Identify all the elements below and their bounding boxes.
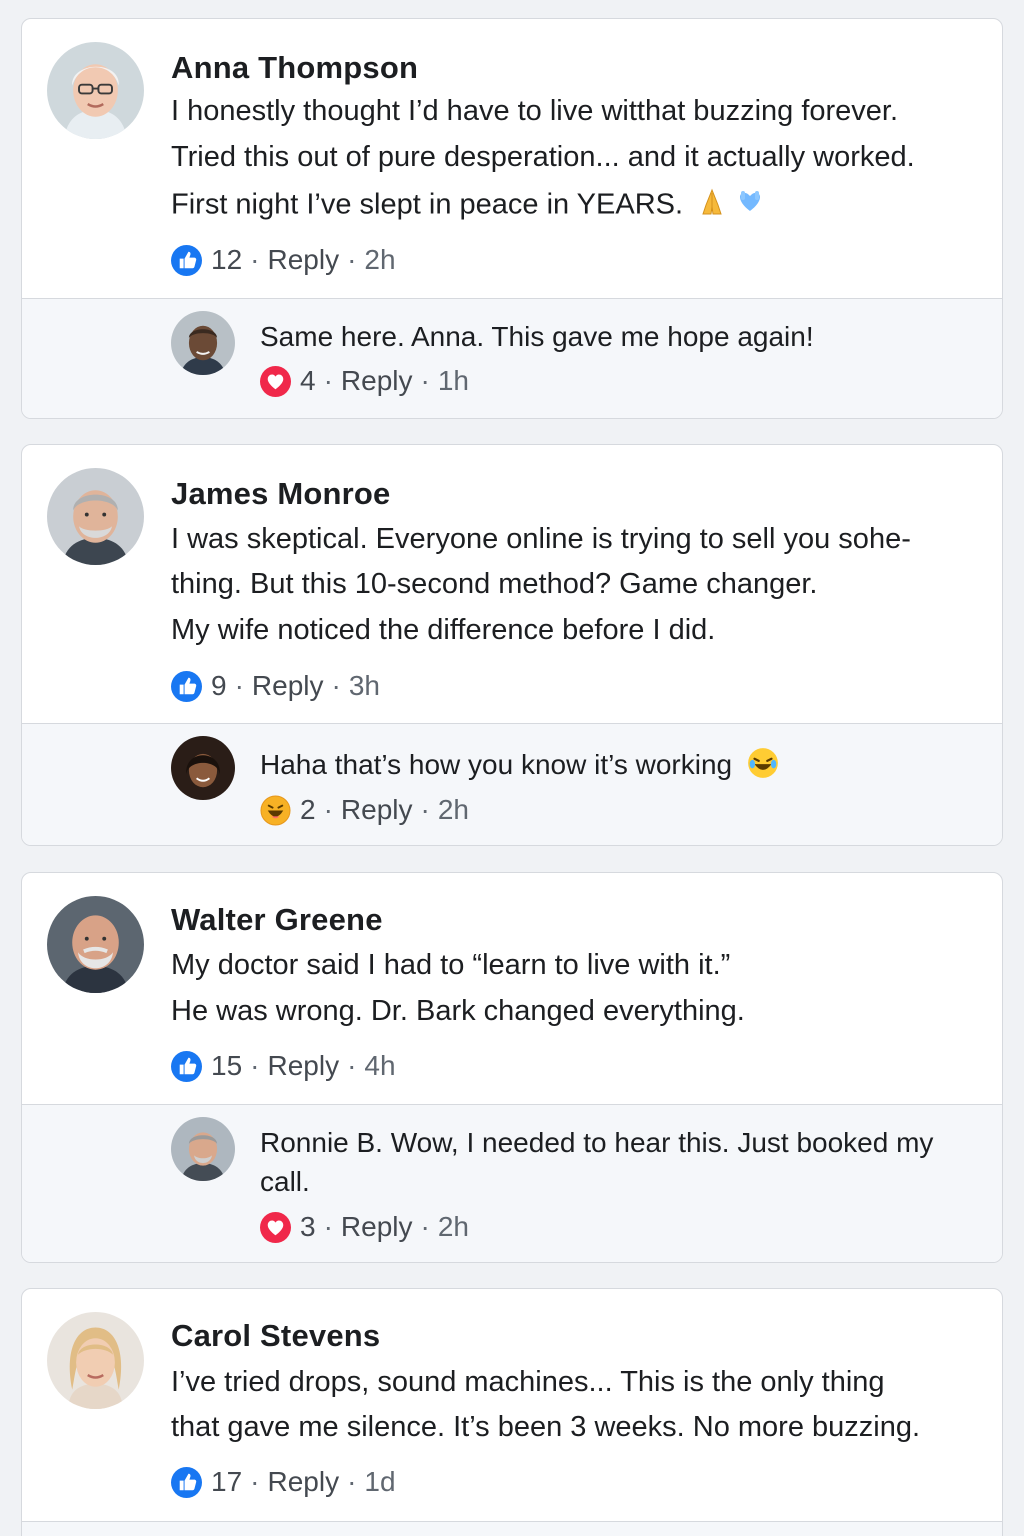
comment-text-line: I honestly thought I’d have to live witt… (171, 95, 899, 127)
comment-text-line: thing. But this 10-second method? Game c… (171, 568, 818, 600)
timestamp[interactable]: 3h (349, 670, 380, 702)
timestamp[interactable]: 2h (364, 244, 395, 276)
separator-dot: · (347, 244, 357, 275)
comment-meta: 9 · Reply · 3h (171, 670, 380, 702)
reaction-count[interactable]: 12 (211, 244, 242, 276)
comment: Carol Stevens I’ve tried drops, sound ma… (22, 1289, 1002, 1521)
reply-link[interactable]: Reply (267, 244, 339, 276)
avatar[interactable] (47, 896, 144, 993)
comment-text-line: that gave me silence. It’s been 3 weeks.… (171, 1411, 921, 1443)
reply-link[interactable]: Reply (267, 1050, 339, 1082)
separator-dot: · (250, 1050, 260, 1081)
reply-text: Same here. Anna. This gave me hope again… (260, 321, 814, 352)
comment-text-line: I’ve tried drops, sound machines... This… (171, 1366, 885, 1398)
reaction-count[interactable]: 4 (300, 365, 316, 397)
laughing-tears-emoji (746, 746, 780, 787)
laugh-icon[interactable] (260, 794, 291, 826)
reply-text-line: Ronnie B. Wow, I needed to hear this. Ju… (260, 1127, 934, 1158)
comment-author[interactable]: Anna Thompson (171, 50, 418, 86)
avatar[interactable] (47, 42, 144, 139)
reply-text-line: call. (260, 1166, 310, 1197)
separator-dot: · (420, 1211, 430, 1242)
love-icon[interactable] (260, 365, 291, 397)
timestamp[interactable]: 4h (364, 1050, 395, 1082)
comment-text-line: My doctor said I had to “learn to live w… (171, 949, 731, 981)
like-icon[interactable] (171, 244, 202, 276)
reply-text-line: Haha that’s how you know it’s working (260, 746, 780, 787)
comment-author[interactable]: Walter Greene (171, 902, 383, 938)
reply-meta: 2 · Reply · 2h (260, 794, 469, 826)
timestamp[interactable]: 2h (438, 1211, 469, 1243)
reaction-count[interactable]: 9 (211, 670, 227, 702)
comment-card: James Monroe I was skeptical. Everyone o… (21, 444, 1003, 846)
comment-text-line: He was wrong. Dr. Bark changed everythin… (171, 995, 745, 1027)
comment-meta: 17 · Reply · 1d (171, 1466, 396, 1498)
separator-dot: · (347, 1050, 357, 1081)
reply-link[interactable]: Reply (252, 670, 324, 702)
comment-text-line: My wife noticed the difference before I … (171, 614, 716, 646)
reply-meta: 3 · Reply · 2h (260, 1211, 469, 1243)
comment: James Monroe I was skeptical. Everyone o… (22, 445, 1002, 723)
comment-author[interactable]: James Monroe (171, 476, 390, 512)
reply-comment: Ronnie B. Wow, I needed to hear this. Ju… (22, 1104, 1002, 1262)
comment-meta: 15 · Reply · 4h (171, 1050, 396, 1082)
reply-comment-partial (22, 1521, 1002, 1536)
separator-dot: · (323, 365, 333, 396)
comment: Anna Thompson I honestly thought I’d hav… (22, 19, 1002, 298)
reaction-count[interactable]: 17 (211, 1466, 242, 1498)
reply-comment: Same here. Anna. This gave me hope again… (22, 298, 1002, 418)
comment-text-line: I was skeptical. Everyone online is tryi… (171, 523, 911, 555)
comment-card: Anna Thompson I honestly thought I’d hav… (21, 18, 1003, 419)
like-icon[interactable] (171, 670, 202, 702)
comment-text-line: First night I’ve slept in peace in YEARS… (171, 187, 765, 225)
separator-dot: · (234, 670, 244, 701)
reply-link[interactable]: Reply (267, 1466, 339, 1498)
reply-link[interactable]: Reply (341, 794, 413, 826)
separator-dot: · (331, 670, 341, 701)
blue-heart-hands-emoji (735, 187, 765, 225)
separator-dot: · (323, 1211, 333, 1242)
comment: Walter Greene My doctor said I had to “l… (22, 873, 1002, 1104)
comment-card: Walter Greene My doctor said I had to “l… (21, 872, 1003, 1263)
separator-dot: · (323, 794, 333, 825)
comment-text: First night I’ve slept in peace in YEARS… (171, 188, 684, 221)
separator-dot: · (420, 365, 430, 396)
timestamp[interactable]: 2h (438, 794, 469, 826)
comment-author[interactable]: Carol Stevens (171, 1318, 380, 1354)
timestamp[interactable]: 1h (438, 365, 469, 397)
separator-dot: · (420, 794, 430, 825)
avatar[interactable] (47, 1312, 144, 1409)
reaction-count[interactable]: 2 (300, 794, 316, 826)
comment-text-line: Tried this out of pure desperation... an… (171, 141, 915, 173)
separator-dot: · (250, 1466, 260, 1497)
avatar[interactable] (47, 468, 144, 565)
reply-link[interactable]: Reply (341, 365, 413, 397)
timestamp[interactable]: 1d (364, 1466, 395, 1498)
avatar[interactable] (171, 311, 235, 375)
reaction-count[interactable]: 3 (300, 1211, 316, 1243)
reaction-count[interactable]: 15 (211, 1050, 242, 1082)
avatar[interactable] (171, 736, 235, 800)
comment-meta: 12 · Reply · 2h (171, 244, 396, 276)
avatar[interactable] (171, 1117, 235, 1181)
reply-link[interactable]: Reply (341, 1211, 413, 1243)
like-icon[interactable] (171, 1050, 202, 1082)
reply-comment: Haha that’s how you know it’s working 2 … (22, 723, 1002, 845)
folded-hands-emoji (697, 187, 727, 225)
comment-card: Carol Stevens I’ve tried drops, sound ma… (21, 1288, 1003, 1536)
reply-meta: 4 · Reply · 1h (260, 365, 469, 397)
separator-dot: · (347, 1466, 357, 1497)
love-icon[interactable] (260, 1211, 291, 1243)
reply-text: Haha that’s how you know it’s working (260, 748, 733, 780)
separator-dot: · (250, 244, 260, 275)
like-icon[interactable] (171, 1466, 202, 1498)
